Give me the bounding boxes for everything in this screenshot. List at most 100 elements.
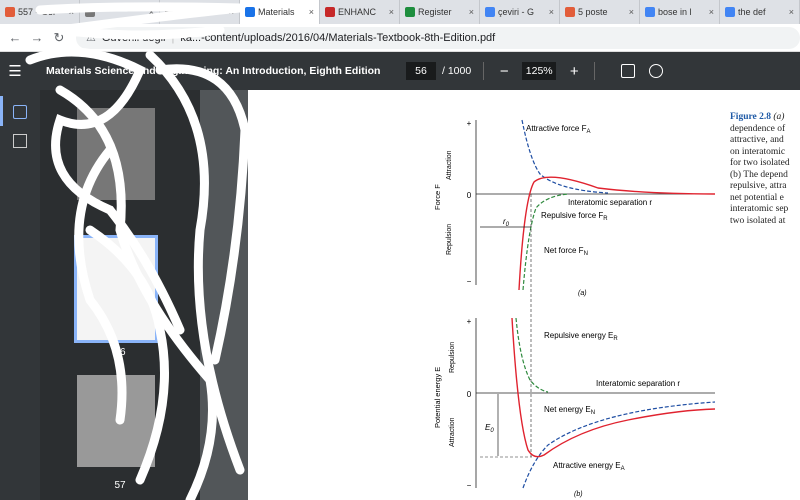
label-attraction-a: Attraction [446,150,453,180]
tick-plus-a: + [467,119,472,128]
caption-line: dependence of [730,123,786,134]
panel-label-a: (a) [578,290,587,297]
back-icon[interactable]: ← [4,30,26,45]
tab-favicon-icon [5,7,15,17]
browser-tab[interactable]: 5 poste × [560,0,640,24]
thumbnails-icon[interactable] [13,105,27,119]
close-tab-icon[interactable]: × [69,7,74,17]
thumbnail-page-55[interactable] [77,108,155,200]
tab-label: Register [418,7,452,17]
close-tab-icon[interactable]: × [389,7,394,17]
url-input[interactable]: ⚠ Güvenli değil | ka...-content/uploads/… [76,26,800,49]
url-text: ka...-content/uploads/2016/04/Materials-… [180,31,496,44]
ylabel-a: Force F [433,184,442,210]
close-tab-icon[interactable]: × [709,7,714,17]
tick-zero-b: 0 [467,390,472,399]
label-attractive-energy: Attractive energy EA [553,461,625,472]
close-tab-icon[interactable]: × [789,7,794,17]
browser-tab[interactable]: × [80,0,160,24]
browser-tab[interactable]: × [160,0,240,24]
close-tab-icon[interactable]: × [549,7,554,17]
tab-label: bose in l [658,7,692,17]
browser-tab[interactable]: Materials × [240,0,320,24]
rotate-icon[interactable] [649,64,664,78]
label-repulsion-b: Repulsion [449,342,456,373]
caption-line: two isolated at [730,215,786,226]
panel-b: + 0 − Repulsion Attraction Potential ene… [433,317,716,498]
tab-label: ENHANC [338,7,377,17]
thumbnail-label: 56 [114,347,126,358]
pdf-page: + 0 − Attraction Repulsion Force F Attra… [248,90,800,500]
pdf-sidebar [0,90,40,500]
pdf-toolbar: ☰ Materials Science and Engineering: An … [0,52,800,90]
label-r0: r0 [503,217,510,228]
caption-line: for two isolated [730,158,790,168]
tab-favicon-icon [245,7,255,17]
close-tab-icon[interactable]: × [309,7,314,17]
browser-tab[interactable]: the def × [720,0,800,24]
tab-label: the def [738,7,766,17]
forward-icon[interactable]: → [26,30,48,45]
page-number-input[interactable]: 56 [406,62,436,80]
browser-tab[interactable]: 557 - Gei × [0,0,80,24]
security-label: Güvenli değil [101,31,166,44]
close-tab-icon[interactable]: × [469,7,474,17]
browser-tab[interactable]: Register × [400,0,480,24]
tab-favicon-icon [485,7,495,17]
tab-favicon-icon [85,7,95,17]
xlabel-b: Interatomic separation r [596,379,680,388]
browser-tab[interactable]: çeviri - G × [480,0,560,24]
caption-line: interatomic sep [730,204,789,214]
tab-label: 5 poste [578,7,608,17]
zoom-out-button[interactable]: − [496,63,512,80]
tick-zero-a: 0 [467,191,472,200]
not-secure-icon: ⚠ [86,32,96,44]
zoom-level[interactable]: 125% [522,62,557,80]
address-bar: ← → ↻ ⚠ Güvenli değil | ka...-content/up… [0,24,800,52]
browser-tab[interactable]: bose in l × [640,0,720,24]
tick-minus-b: − [467,481,472,490]
thumbnail-pane: 55 56 57 [40,90,200,500]
panel-label-b: (b) [574,491,583,498]
caption-line: (b) The depend [730,169,788,180]
outline-icon[interactable] [13,134,27,148]
tab-bar: 557 - Gei × × × Materials × ENHANC × Register × çe… [0,0,800,24]
browser-tab[interactable]: ENHANC × [320,0,400,24]
figure-caption: Figure 2.8 (a) dependence of attractive, … [730,112,800,227]
tab-label: çeviri - G [498,7,534,17]
tab-label: 557 - Gei [18,7,56,17]
zoom-in-button[interactable]: + [566,63,582,80]
curve-attractive-energy [522,401,716,489]
label-repulsive-energy: Repulsive energy ER [544,331,618,342]
label-repulsion-a: Repulsion [446,224,453,255]
figure-2-8: + 0 − Attraction Repulsion Force F Attra… [433,119,716,498]
reload-icon[interactable]: ↻ [48,30,70,46]
tab-favicon-icon [325,7,335,17]
thumbnail-label: 55 [114,214,126,225]
active-indicator [0,96,3,126]
fit-page-icon[interactable] [621,64,636,78]
curve-repulsive-force [522,193,569,291]
curve-repulsive-energy [515,317,549,393]
close-tab-icon[interactable]: × [149,7,154,17]
tab-favicon-icon [165,7,175,17]
label-repulsive-force: Repulsive force FR [541,211,608,222]
caption-line: on interatomic [730,146,786,157]
menu-icon[interactable]: ☰ [0,62,30,80]
close-tab-icon[interactable]: × [229,7,234,17]
thumbnail-label: 57 [114,480,126,491]
xlabel-a: Interatomic separation r [568,198,652,207]
label-attraction-b: Attraction [449,417,456,447]
thumbnail-page-57[interactable] [77,375,155,467]
caption-line: attractive, and [730,135,784,145]
tick-plus-b: + [467,317,472,326]
document-title: Materials Science and Engineering: An In… [46,65,381,77]
ylabel-b: Potential energy E [433,367,442,428]
tab-favicon-icon [405,7,415,17]
label-e0: E0 [485,423,494,434]
label-net-force: Net force FN [544,246,588,257]
tab-favicon-icon [565,7,575,17]
thumbnail-page-56[interactable] [74,235,158,343]
close-tab-icon[interactable]: × [629,7,634,17]
page-total: / 1000 [442,65,472,77]
